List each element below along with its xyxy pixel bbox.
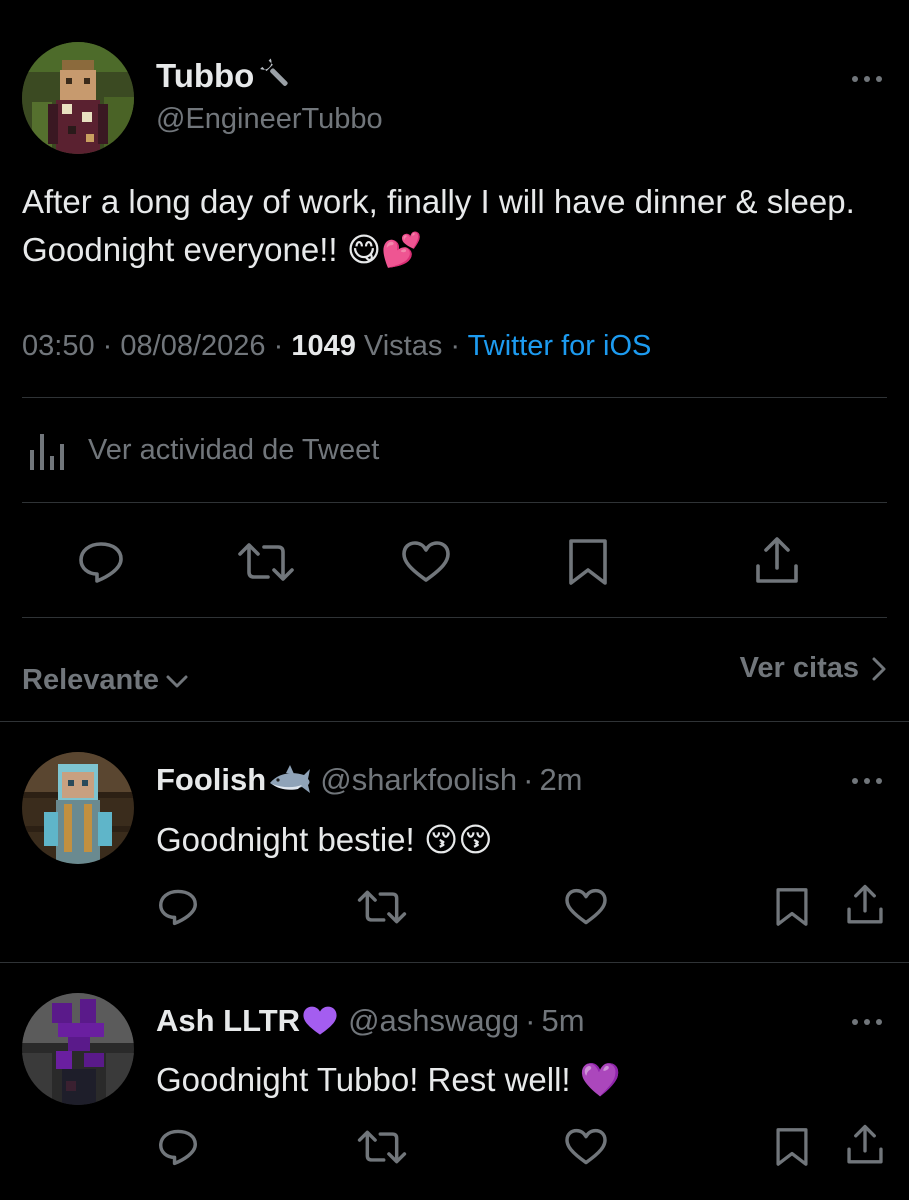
reply-author-handle[interactable]: @ashswagg xyxy=(348,1001,519,1041)
tweet-activity-link[interactable]: Ver actividad de Tweet xyxy=(22,428,379,472)
sort-dropdown[interactable]: Relevante xyxy=(22,664,189,697)
reply-author-name[interactable]: Ash LLTR xyxy=(156,1001,300,1041)
author-name[interactable]: Tubbo xyxy=(156,57,254,94)
chevron-right-icon xyxy=(871,656,887,682)
share-icon[interactable] xyxy=(752,536,802,586)
divider xyxy=(22,397,887,398)
shark-icon xyxy=(268,763,312,797)
author-name-row[interactable]: Tubbo xyxy=(156,56,294,96)
like-icon[interactable] xyxy=(401,540,451,584)
sort-label: Relevante xyxy=(22,664,160,696)
purple-heart-icon xyxy=(302,1005,338,1037)
retweet-icon[interactable] xyxy=(356,1128,408,1166)
reply-icon[interactable] xyxy=(156,888,200,926)
analytics-icon xyxy=(22,428,68,472)
reply-icon[interactable] xyxy=(76,540,126,584)
chevron-down-icon xyxy=(165,671,189,691)
meta-separator: · xyxy=(523,762,534,797)
divider xyxy=(22,502,887,503)
bookmark-icon[interactable] xyxy=(774,886,810,928)
activity-label: Ver actividad de Tweet xyxy=(88,433,380,466)
views-label: Vistas xyxy=(363,330,443,362)
meta-separator: · xyxy=(273,330,284,362)
wrench-icon xyxy=(256,56,294,92)
views-count: 1049 xyxy=(291,330,356,362)
like-icon[interactable] xyxy=(564,888,608,926)
reply-header: Ash LLTR @ashswagg · 5m xyxy=(156,1001,585,1041)
tweet-meta: 03:50 · 08/08/2026 · 1049 Vistas · Twitt… xyxy=(22,328,651,364)
tweet-date: 08/08/2026 xyxy=(120,330,266,362)
meta-separator: · xyxy=(102,330,113,362)
divider xyxy=(0,721,909,722)
retweet-icon[interactable] xyxy=(236,540,296,584)
more-icon[interactable] xyxy=(852,73,888,85)
reply-time[interactable]: 5m xyxy=(541,1001,584,1041)
meta-separator: · xyxy=(450,330,461,362)
reply-avatar[interactable] xyxy=(22,993,134,1105)
reply-author-handle[interactable]: @sharkfoolish xyxy=(320,760,517,800)
reply-text: Goodnight Tubbo! Rest well! 💜 xyxy=(156,1061,621,1098)
reply-icon[interactable] xyxy=(156,1128,200,1166)
reply-author-name[interactable]: Foolish xyxy=(156,760,266,800)
view-quotes-label: Ver citas xyxy=(739,652,859,684)
bookmark-icon[interactable] xyxy=(566,538,610,586)
reply-text: Goodnight bestie! 😚😚 xyxy=(156,821,493,858)
more-icon[interactable] xyxy=(852,775,888,787)
share-icon[interactable] xyxy=(844,884,886,926)
like-icon[interactable] xyxy=(564,1128,608,1166)
tweet-text: After a long day of work, finally I will… xyxy=(22,183,855,268)
divider xyxy=(0,962,909,963)
divider xyxy=(22,617,887,618)
reply-time[interactable]: 2m xyxy=(539,760,582,800)
tweet-time: 03:50 xyxy=(22,330,95,362)
reply-header: Foolish @sharkfoolish · 2m xyxy=(156,760,583,800)
author-avatar[interactable] xyxy=(22,42,134,154)
share-icon[interactable] xyxy=(844,1124,886,1166)
more-icon[interactable] xyxy=(852,1016,888,1028)
retweet-icon[interactable] xyxy=(356,888,408,926)
author-handle[interactable]: @EngineerTubbo xyxy=(156,101,383,137)
bookmark-icon[interactable] xyxy=(774,1126,810,1168)
view-quotes-link[interactable]: Ver citas xyxy=(740,652,887,685)
meta-separator: · xyxy=(525,1003,536,1038)
tweet-source-link[interactable]: Twitter for iOS xyxy=(468,330,652,362)
reply-avatar[interactable] xyxy=(22,752,134,864)
